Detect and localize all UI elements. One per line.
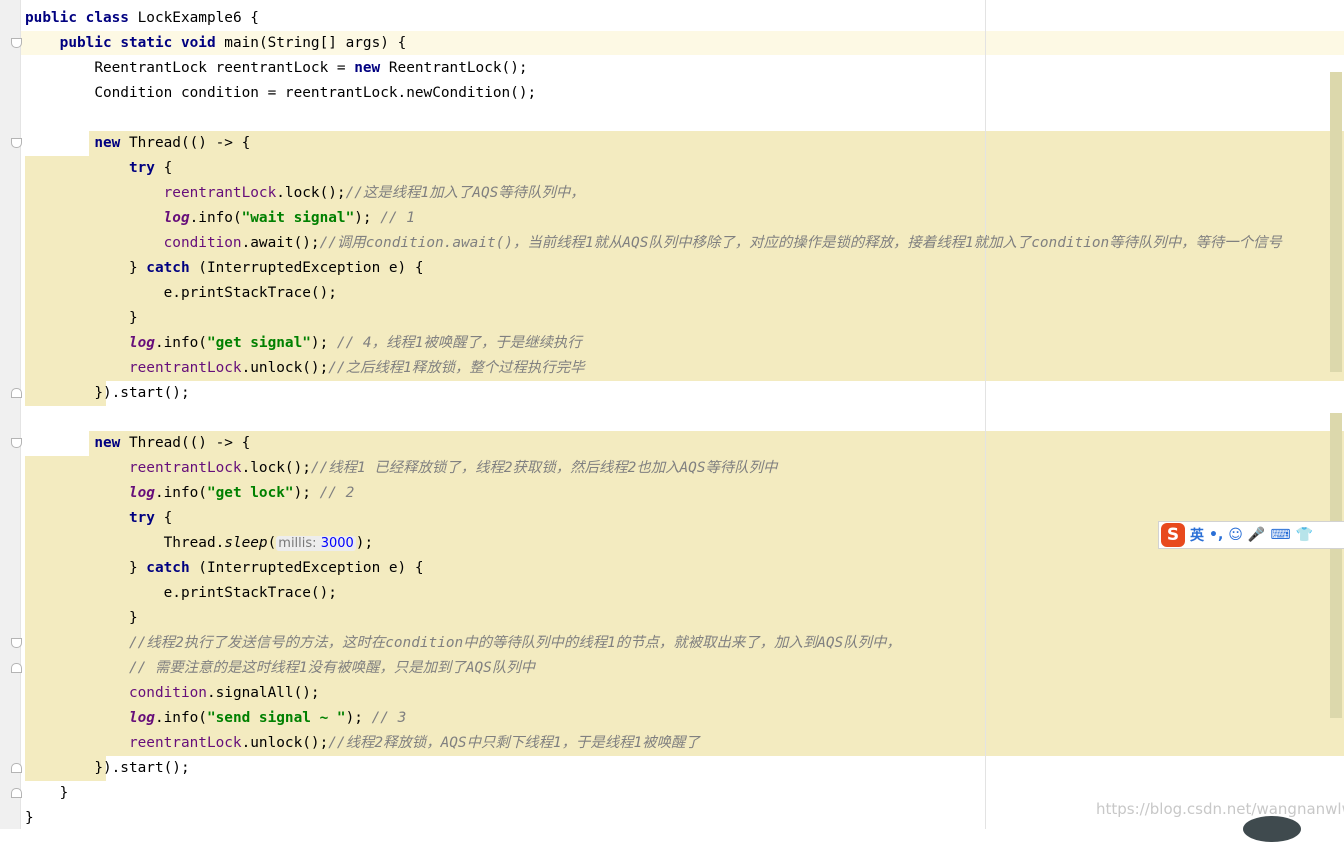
code-line-23: } catch (InterruptedException e) { xyxy=(128,560,424,576)
editor-gutter xyxy=(0,0,21,829)
code-line-24: e.printStackTrace(); xyxy=(163,585,337,601)
code-line-10: condition.await();//调用condition.await()，… xyxy=(163,235,1282,251)
code-line-32: } xyxy=(59,785,69,801)
fold-marker-thread1[interactable] xyxy=(11,138,22,148)
scrollbar-marker-2[interactable] xyxy=(1330,413,1342,718)
code-line-8: reentrantLock.lock();//这是线程1加入了AQS等待队列中， xyxy=(163,185,585,201)
sogou-logo-icon[interactable]: S xyxy=(1161,523,1185,547)
code-line-9: log.info("wait signal"); // 1 xyxy=(163,210,415,226)
microphone-icon[interactable]: 🎤 xyxy=(1248,527,1265,543)
code-line-22: Thread.sleep(millis: 3000); xyxy=(163,535,374,551)
emoji-icon[interactable]: ☺ xyxy=(1228,527,1243,543)
code-line-7: try { xyxy=(128,160,173,176)
code-line-27: // 需要注意的是这时线程1没有被唤醒，只是加到了AQS队列中 xyxy=(128,660,535,676)
code-line-18: new Thread(() -> { xyxy=(94,435,251,451)
code-editor[interactable]: public class LockExample6 { public stati… xyxy=(25,6,1282,831)
code-line-33: } xyxy=(25,810,34,826)
code-line-12: e.printStackTrace(); xyxy=(163,285,337,301)
ime-toolbar[interactable]: S 英 •, ☺ 🎤 ⌨ 👕 xyxy=(1158,521,1344,549)
ime-language-toggle[interactable]: 英 xyxy=(1190,525,1204,545)
code-line-3: ReentrantLock reentrantLock = new Reentr… xyxy=(94,60,528,76)
fold-marker-main-end[interactable] xyxy=(11,788,22,798)
code-line-31: }).start(); xyxy=(94,760,190,776)
code-line-2: public static void main(String[] args) { xyxy=(59,35,407,51)
fold-marker-comment[interactable] xyxy=(11,638,22,648)
code-line-4: Condition condition = reentrantLock.newC… xyxy=(94,85,537,101)
code-line-6: new Thread(() -> { xyxy=(94,135,251,151)
fold-marker-thread2-end[interactable] xyxy=(11,763,22,773)
floating-widget[interactable] xyxy=(1243,816,1301,842)
skin-icon[interactable]: 👕 xyxy=(1296,527,1313,543)
code-line-28: condition.signalAll(); xyxy=(128,685,320,701)
code-line-16: }).start(); xyxy=(94,385,190,401)
punctuation-icon[interactable]: •, xyxy=(1209,527,1223,543)
keyword: class xyxy=(85,10,129,26)
code-line-14: log.info("get signal"); // 4，线程1被唤醒了，于是继… xyxy=(128,335,582,351)
code-line-1: public class LockExample6 { xyxy=(25,10,259,26)
code-line-30: reentrantLock.unlock();//线程2释放锁，AQS中只剩下线… xyxy=(128,735,700,751)
keyword: public xyxy=(25,10,77,26)
watermark: https://blog.csdn.net/wangnanwlw xyxy=(1096,800,1344,818)
code-line-11: } catch (InterruptedException e) { xyxy=(128,260,424,276)
parameter-hint: millis: 3000 xyxy=(276,536,356,551)
code-line-20: log.info("get lock"); // 2 xyxy=(128,485,355,501)
code-line-21: try { xyxy=(128,510,173,526)
code-line-15: reentrantLock.unlock();//之后线程1释放锁，整个过程执行… xyxy=(128,360,585,376)
fold-marker-comment-end[interactable] xyxy=(11,663,22,673)
code-line-25: } xyxy=(128,610,138,626)
code-line-29: log.info("send signal ~ "); // 3 xyxy=(128,710,407,726)
fold-marker-main[interactable] xyxy=(11,38,22,48)
scrollbar-marker-1[interactable] xyxy=(1330,72,1342,372)
fold-marker-thread2[interactable] xyxy=(11,438,22,448)
code-line-19: reentrantLock.lock();//线程1 已经释放锁了，线程2获取锁… xyxy=(128,460,778,476)
code-line-13: } xyxy=(128,310,138,326)
code-line-26: //线程2执行了发送信号的方法，这时在condition中的等待队列中的线程1的… xyxy=(128,635,901,651)
keyboard-icon[interactable]: ⌨ xyxy=(1270,527,1290,543)
fold-marker-thread1-end[interactable] xyxy=(11,388,22,398)
